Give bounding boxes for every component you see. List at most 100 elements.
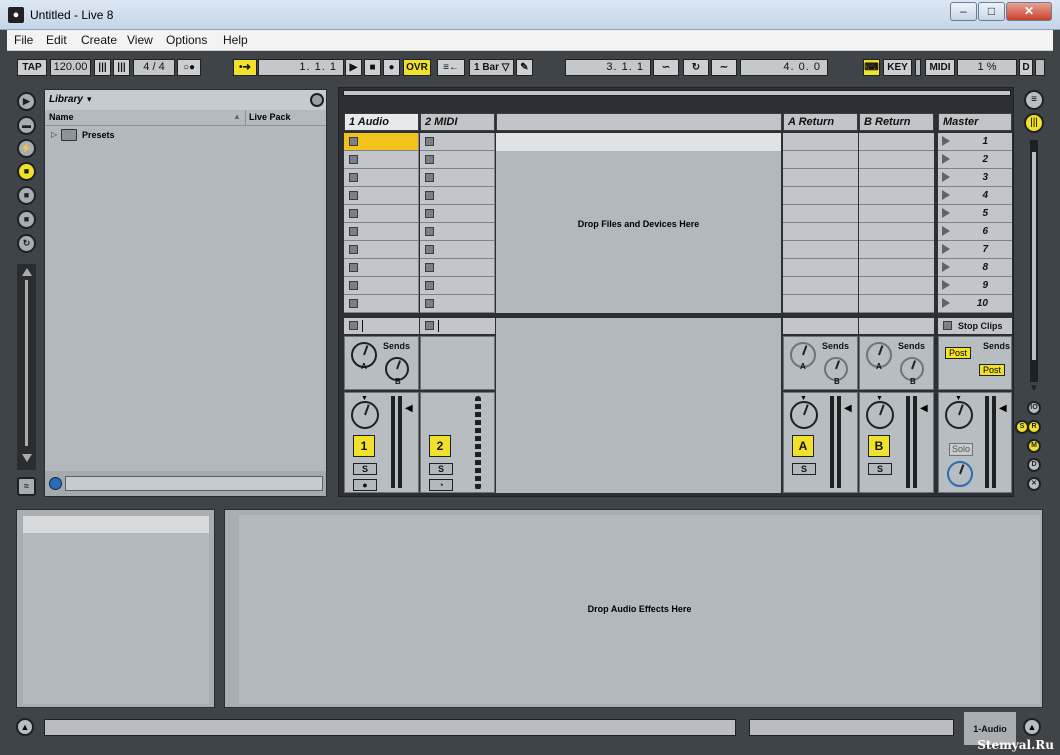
pan-knob[interactable] <box>790 401 818 429</box>
scene-play-icon[interactable] <box>942 172 950 182</box>
scene-launch[interactable]: 1 <box>938 133 1012 151</box>
back-to-arrangement-icon[interactable]: ≡← <box>437 59 465 76</box>
library-icon[interactable]: ■ <box>17 162 36 181</box>
pan-knob[interactable] <box>866 401 894 429</box>
overdub-button[interactable]: OVR <box>403 59 431 76</box>
return-activator-button[interactable]: A <box>792 435 814 457</box>
scroll-down-icon[interactable]: ▼ <box>1029 383 1039 394</box>
pan-knob[interactable] <box>351 401 379 429</box>
scene-play-icon[interactable] <box>942 136 950 146</box>
solo-button[interactable]: S <box>353 463 377 475</box>
menu-view[interactable]: View <box>127 33 153 47</box>
crossfader-toggle-icon[interactable]: ✕ <box>1027 477 1041 491</box>
clip-slot[interactable] <box>420 277 495 295</box>
menu-help[interactable]: Help <box>223 33 248 47</box>
browser-options-icon[interactable] <box>310 93 324 107</box>
clip-slot[interactable] <box>344 151 419 169</box>
scene-play-icon[interactable] <box>942 244 950 254</box>
track-header-master[interactable]: Master <box>938 113 1012 131</box>
column-name[interactable]: Name <box>49 112 74 122</box>
preview-icon[interactable] <box>49 477 62 490</box>
hot-swap-icon[interactable]: ≈ <box>17 477 36 496</box>
clip-slot[interactable] <box>344 187 419 205</box>
clip-slot[interactable] <box>420 223 495 241</box>
chevron-down-icon[interactable]: ▾ <box>87 94 92 105</box>
stop-all-clips-button[interactable]: Stop Clips <box>938 318 1012 334</box>
volume-slider-icon[interactable]: ◀ <box>405 403 413 414</box>
stop-icon[interactable]: ■ <box>364 59 381 76</box>
detail-view-toggle-icon[interactable]: ▲ <box>16 718 34 736</box>
menu-file[interactable]: File <box>14 33 33 47</box>
arm-record-icon[interactable]: ◔ <box>429 479 453 491</box>
tempo-field[interactable]: 120.00 <box>50 59 91 76</box>
scroll-down-icon[interactable] <box>22 454 32 462</box>
sort-up-icon[interactable]: ▲ <box>233 112 241 121</box>
scroll-up-icon[interactable] <box>22 268 32 276</box>
track-header-b-return[interactable]: B Return <box>859 113 934 131</box>
record-icon[interactable]: ● <box>383 59 400 76</box>
session-overview-bar[interactable] <box>343 90 1011 96</box>
clip-slot[interactable] <box>420 241 495 259</box>
live-devices-icon[interactable]: ▬ <box>17 116 36 135</box>
places-2-icon[interactable]: ■ <box>17 210 36 229</box>
clip-slot[interactable] <box>420 205 495 223</box>
key-map-button[interactable]: KEY <box>883 59 912 76</box>
scene-play-icon[interactable] <box>942 154 950 164</box>
plugin-devices-icon[interactable]: ⚡ <box>17 139 36 158</box>
clip-slot[interactable] <box>344 205 419 223</box>
track-header-a-return[interactable]: A Return <box>783 113 858 131</box>
track-activator-button[interactable]: 1 <box>353 435 375 457</box>
browser-scrollbar[interactable] <box>17 264 36 470</box>
clip-slot[interactable] <box>344 133 419 151</box>
menu-edit[interactable]: Edit <box>46 33 67 47</box>
device-view-toggle-icon[interactable]: ▲ <box>1023 718 1041 736</box>
clip-slot[interactable] <box>420 151 495 169</box>
scene-launch[interactable]: 10 <box>938 295 1012 313</box>
quantize-dropdown[interactable]: 1 Bar ▽ <box>469 59 514 76</box>
punch-out-icon[interactable]: ∼ <box>711 59 737 76</box>
follow-icon[interactable]: •➜ <box>233 59 257 76</box>
solo-button[interactable]: S <box>429 463 453 475</box>
clip-slot[interactable] <box>420 187 495 205</box>
scroll-thumb[interactable] <box>1032 152 1036 360</box>
library-title[interactable]: Library <box>49 94 83 105</box>
menu-options[interactable]: Options <box>166 33 207 47</box>
device-drop-area[interactable]: Drop Audio Effects Here <box>239 515 1040 704</box>
scene-launch[interactable]: 7 <box>938 241 1012 259</box>
scene-play-icon[interactable] <box>942 226 950 236</box>
scene-play-icon[interactable] <box>942 208 950 218</box>
solo-button[interactable]: S <box>868 463 892 475</box>
volume-slider-icon[interactable]: ◀ <box>920 403 928 414</box>
scene-launch[interactable]: 8 <box>938 259 1012 277</box>
io-toggle-icon[interactable]: IO <box>1027 401 1041 415</box>
scene-launch[interactable]: 4 <box>938 187 1012 205</box>
clip-slot[interactable] <box>344 295 419 313</box>
places-3-icon[interactable]: ↻ <box>17 234 36 253</box>
clip-slot[interactable] <box>344 169 419 187</box>
browser-toggle-icon[interactable]: ▶ <box>17 92 36 111</box>
metronome-icon[interactable]: ○● <box>177 59 201 76</box>
volume-slider-icon[interactable]: ◀ <box>844 403 852 414</box>
column-live-pack[interactable]: Live Pack <box>249 112 291 122</box>
midi-map-button[interactable]: MIDI <box>925 59 955 76</box>
expand-arrow-icon[interactable]: ▷ <box>51 130 57 139</box>
pan-knob[interactable] <box>945 401 973 429</box>
nudge-down-icon[interactable]: ||| <box>94 59 111 76</box>
scroll-thumb[interactable] <box>25 280 28 446</box>
clip-slot[interactable] <box>344 277 419 295</box>
loop-switch-icon[interactable]: ↻ <box>683 59 709 76</box>
scene-launch[interactable]: 9 <box>938 277 1012 295</box>
returns-toggle-icon[interactable]: R <box>1027 420 1041 434</box>
track-activator-button[interactable]: 2 <box>429 435 451 457</box>
scene-launch[interactable]: 2 <box>938 151 1012 169</box>
solo-button[interactable]: S <box>792 463 816 475</box>
cue-volume-knob[interactable] <box>947 461 973 487</box>
arrangement-view-icon[interactable]: ≡ <box>1024 90 1044 110</box>
scene-launch[interactable]: 5 <box>938 205 1012 223</box>
loop-length-field[interactable]: 4. 0. 0 <box>740 59 828 76</box>
scene-launch[interactable]: 6 <box>938 223 1012 241</box>
session-view-icon[interactable]: ||| <box>1024 113 1044 133</box>
places-1-icon[interactable]: ■ <box>17 186 36 205</box>
time-signature-field[interactable]: 4 / 4 <box>133 59 175 76</box>
mixer-toggle-icon[interactable]: M <box>1027 439 1041 453</box>
